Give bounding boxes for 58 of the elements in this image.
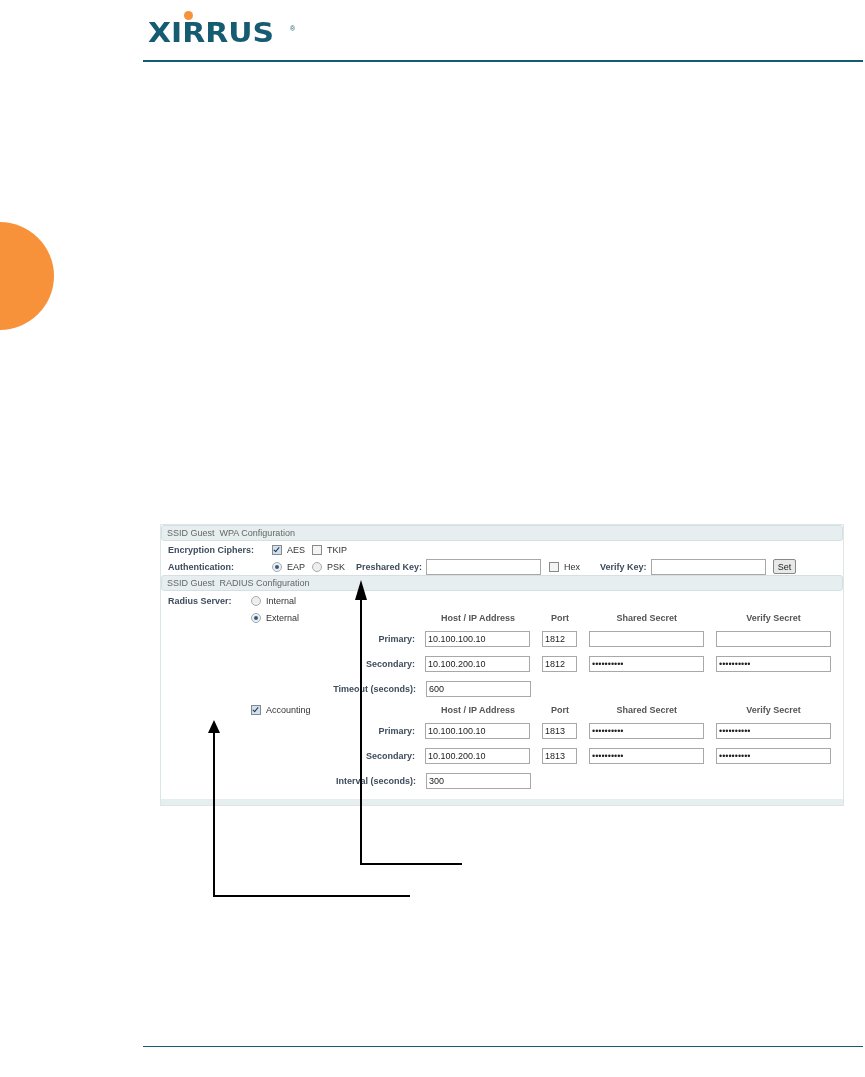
- option-label: Hex: [564, 561, 581, 572]
- input-field[interactable]: 1813: [542, 722, 577, 739]
- section-header: SSID Guest WPA Configuration: [161, 525, 843, 541]
- input-field[interactable]: 600: [426, 680, 531, 697]
- radio-button[interactable]: [251, 595, 261, 606]
- input-field[interactable]: 10.100.200.10: [425, 747, 530, 764]
- logo-dot-icon: [184, 11, 193, 20]
- field-label: Secondary:: [365, 658, 415, 669]
- column-header: Port: [549, 612, 570, 623]
- checkbox[interactable]: [312, 544, 322, 555]
- input-field[interactable]: 10.100.100.10: [425, 630, 530, 647]
- input-field[interactable]: 10.100.200.10: [425, 655, 530, 672]
- radio-button[interactable]: [272, 561, 282, 572]
- field-label: Primary:: [378, 633, 415, 644]
- option-label: AES: [287, 544, 305, 555]
- input-field[interactable]: ••••••••••: [589, 655, 704, 672]
- column-header: Host / IP Address: [440, 612, 516, 623]
- column-header: Host / IP Address: [440, 704, 516, 715]
- option-label: EAP: [287, 561, 305, 572]
- field-label: Authentication:: [168, 561, 235, 572]
- input-field[interactable]: ••••••••••: [589, 722, 704, 739]
- field-label: Encryption Ciphers:: [168, 544, 255, 555]
- column-header: Port: [549, 704, 570, 715]
- input-field[interactable]: 1812: [542, 655, 577, 672]
- field-label: Preshared Key:: [356, 561, 423, 572]
- section-header: SSID Guest RADIUS Configuration: [161, 575, 843, 591]
- field-label: Secondary:: [365, 750, 415, 761]
- input-field[interactable]: [650, 558, 766, 575]
- input-field[interactable]: 1813: [542, 747, 577, 764]
- option-label: PSK: [327, 561, 346, 572]
- input-field[interactable]: ••••••••••: [716, 655, 831, 672]
- column-header: Verify Secret: [745, 612, 802, 623]
- input-field[interactable]: ••••••••••: [716, 747, 831, 764]
- input-field[interactable]: 10.100.100.10: [425, 722, 530, 739]
- option-label: Internal: [266, 595, 297, 606]
- radio-button[interactable]: [251, 612, 261, 623]
- option-label: Accounting: [266, 704, 311, 715]
- logo-wordmark: XIRRUS: [148, 20, 275, 46]
- checkbox[interactable]: [549, 561, 560, 572]
- option-label: External: [266, 612, 300, 623]
- checkbox[interactable]: [251, 704, 261, 715]
- checkbox[interactable]: [272, 544, 282, 555]
- input-field[interactable]: [716, 630, 831, 647]
- input-field[interactable]: 1812: [542, 630, 577, 647]
- input-field[interactable]: [589, 630, 704, 647]
- set-button[interactable]: Set: [772, 559, 797, 574]
- column-header: Verify Secret: [745, 704, 802, 715]
- column-header: Shared Secret: [615, 612, 679, 623]
- input-field[interactable]: ••••••••••: [716, 722, 831, 739]
- input-field[interactable]: [426, 558, 542, 575]
- field-label: Primary:: [378, 725, 415, 736]
- option-label: TKIP: [327, 544, 348, 555]
- radio-button[interactable]: [312, 561, 322, 572]
- column-header: Shared Secret: [615, 704, 679, 715]
- input-field[interactable]: 300: [426, 772, 531, 789]
- input-field[interactable]: ••••••••••: [589, 747, 704, 764]
- field-label: Verify Key:: [600, 561, 647, 572]
- field-label: Radius Server:: [168, 595, 233, 606]
